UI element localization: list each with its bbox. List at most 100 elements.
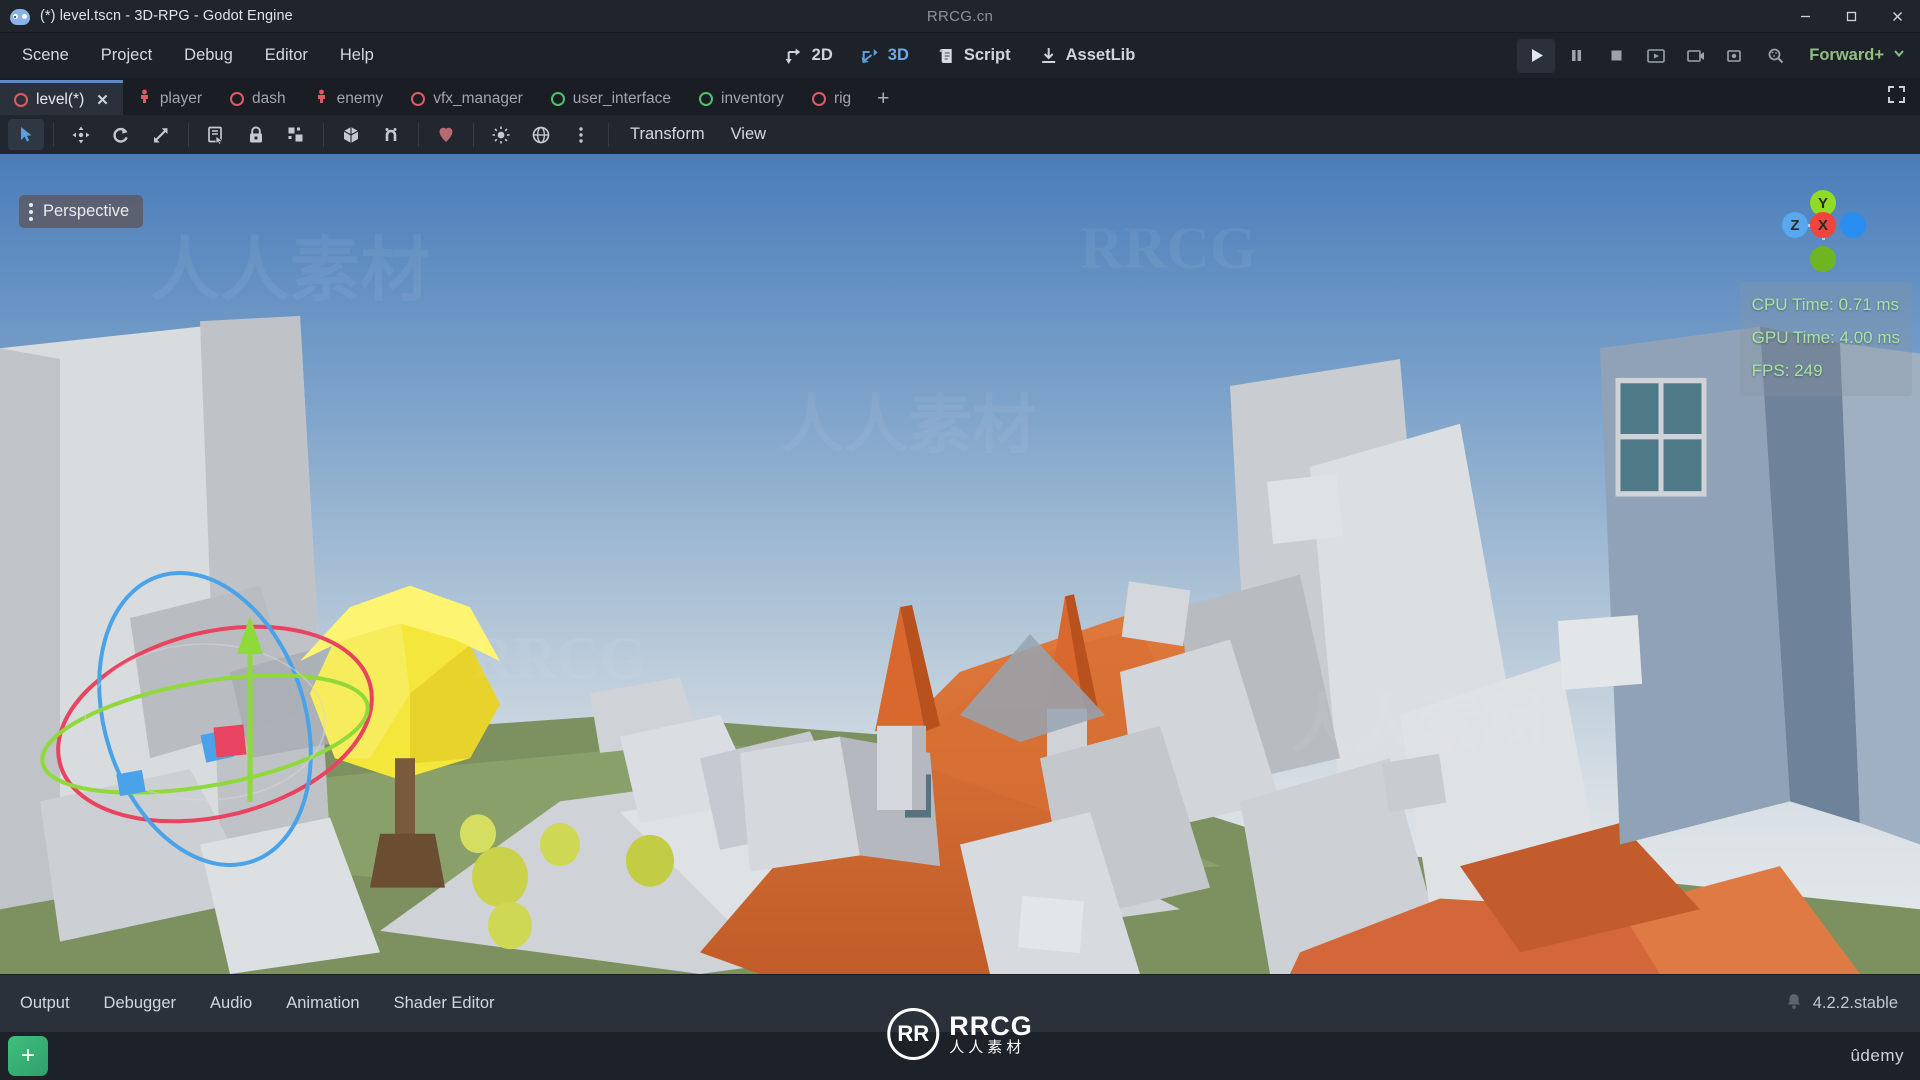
transform-gizmo[interactable]: [20, 554, 440, 894]
scene-tab-level[interactable]: level(*) ✕: [0, 80, 123, 115]
movie-maker-button[interactable]: [1677, 39, 1715, 73]
scene-tab-enemy[interactable]: enemy: [300, 83, 398, 115]
run-toolbar: [1517, 38, 1795, 73]
3d-viewport[interactable]: Perspective Y X Z CPU Time: 0.71 ms GPU …: [0, 154, 1920, 974]
menu-debug[interactable]: Debug: [170, 41, 247, 70]
scene-tab-rig[interactable]: rig: [798, 83, 865, 115]
2d-icon: [785, 46, 805, 66]
axis-dot-x[interactable]: X: [1810, 212, 1836, 238]
mode-label-2d: 2D: [811, 46, 833, 64]
udemy-watermark: ûdemy: [1850, 1046, 1904, 1065]
scene-tab-label: inventory: [721, 90, 784, 107]
play-project-button[interactable]: [1517, 38, 1556, 73]
cpu-time-stat: CPU Time: 0.71 ms: [1751, 295, 1900, 314]
toolbar-divider: [473, 122, 474, 147]
scene-tab-vfx-manager[interactable]: vfx_manager: [397, 83, 537, 115]
minimize-button[interactable]: [1782, 0, 1828, 33]
maximize-button[interactable]: [1828, 0, 1874, 33]
more-options-tool[interactable]: [563, 119, 599, 150]
scene-tab-bar: level(*) ✕ player dash enemy vfx_manager…: [0, 78, 1920, 115]
script-icon: [937, 46, 957, 66]
chevron-down-icon: [1892, 46, 1906, 65]
preview-sun-tool[interactable]: [483, 119, 519, 150]
mode-button-script[interactable]: Script: [925, 41, 1023, 71]
select-mode-tool[interactable]: [8, 119, 44, 150]
menu-scene[interactable]: Scene: [8, 41, 83, 70]
mode-button-assetlib[interactable]: AssetLib: [1027, 41, 1148, 71]
magnet-snap-tool[interactable]: [373, 119, 409, 150]
mode-button-3d[interactable]: 3D: [849, 41, 921, 71]
scene-tab-inventory[interactable]: inventory: [685, 83, 798, 115]
character-icon: [137, 89, 152, 109]
3d-icon: [861, 46, 881, 66]
scene-tab-close-icon[interactable]: ✕: [96, 91, 109, 109]
window-title: (*) level.tscn - 3D-RPG - Godot Engine: [40, 8, 293, 24]
bottom-dock-bar: Output Debugger Audio Animation Shader E…: [0, 974, 1920, 1060]
rotate-mode-tool[interactable]: [103, 119, 139, 150]
axis-orientation-gizmo[interactable]: Y X Z: [1776, 180, 1872, 276]
scene-tab-label: rig: [833, 90, 852, 107]
godot-version-label: 4.2.2.stable: [1812, 994, 1898, 1012]
watermark-text: RRCG.cn: [926, 7, 994, 25]
play-current-scene-button[interactable]: [1637, 39, 1675, 73]
notification-bell-icon[interactable]: [1785, 992, 1803, 1015]
editor-mode-switch: 2D 3D Script AssetLib: [773, 41, 1148, 71]
fps-stat: FPS: 249: [1751, 361, 1823, 381]
move-mode-tool[interactable]: [63, 119, 99, 150]
local-space-tool[interactable]: [333, 119, 369, 150]
axis-dot-neg-y[interactable]: [1810, 246, 1836, 272]
toolbar-divider: [608, 122, 609, 147]
dock-status-area: 4.2.2.stable: [1785, 992, 1898, 1015]
menu-help[interactable]: Help: [326, 41, 388, 70]
scene-tab-dash[interactable]: dash: [216, 83, 300, 115]
assetlib-download-icon: [1039, 46, 1059, 66]
scene-tab-player[interactable]: player: [123, 83, 216, 115]
mode-label-3d: 3D: [887, 46, 909, 64]
axis-dot-z[interactable]: Z: [1782, 212, 1808, 238]
toolbar-divider: [418, 122, 419, 147]
list-select-tool[interactable]: [198, 119, 234, 150]
perspective-menu-button[interactable]: Perspective: [19, 195, 144, 228]
add-app-icon[interactable]: +: [8, 1036, 48, 1076]
expand-viewport-icon[interactable]: [1887, 85, 1920, 115]
node3d-ring-icon: [811, 92, 826, 106]
node3d-ring-icon: [411, 92, 426, 106]
view-menu[interactable]: View: [719, 120, 778, 149]
toolbar-divider: [188, 122, 189, 147]
toolbar-divider: [323, 122, 324, 147]
control-ring-icon: [699, 92, 714, 106]
add-scene-tab-button[interactable]: +: [865, 87, 901, 115]
dock-tab-animation[interactable]: Animation: [272, 988, 373, 1019]
scene-tab-user-interface[interactable]: user_interface: [537, 83, 685, 115]
dock-tab-output[interactable]: Output: [6, 988, 84, 1019]
dock-tab-audio[interactable]: Audio: [196, 988, 266, 1019]
mode-button-2d[interactable]: 2D: [773, 41, 845, 71]
dock-tab-shader-editor[interactable]: Shader Editor: [380, 988, 509, 1019]
search-icon[interactable]: [1757, 39, 1795, 73]
axis-dot-neg-z[interactable]: [1840, 212, 1866, 238]
gizmo-visibility-tool[interactable]: [428, 119, 464, 150]
mode-label-assetlib: AssetLib: [1065, 46, 1136, 64]
remote-debug-button[interactable]: [1717, 39, 1755, 73]
renderer-selector[interactable]: Forward+: [1809, 46, 1906, 65]
dock-tab-debugger[interactable]: Debugger: [90, 988, 190, 1019]
title-bar: (*) level.tscn - 3D-RPG - Godot Engine R…: [0, 0, 1920, 33]
scale-mode-tool[interactable]: [143, 119, 179, 150]
scene-tab-label: enemy: [336, 90, 384, 107]
transform-menu[interactable]: Transform: [618, 120, 717, 149]
preview-environment-tool[interactable]: [523, 119, 559, 150]
lock-tool[interactable]: [238, 119, 274, 150]
menu-project[interactable]: Project: [87, 41, 166, 70]
godot-robot-icon: [10, 6, 30, 26]
stop-button[interactable]: [1597, 39, 1635, 73]
close-button[interactable]: [1874, 0, 1920, 33]
window-controls: [1782, 0, 1920, 32]
pause-button[interactable]: [1557, 39, 1595, 73]
main-menu-bar: Scene Project Debug Editor Help 2D 3D Sc…: [0, 33, 1920, 78]
mode-label-script: Script: [963, 46, 1011, 64]
group-nodes-tool[interactable]: [278, 119, 314, 150]
menu-editor[interactable]: Editor: [251, 41, 322, 70]
renderer-label: Forward+: [1809, 46, 1884, 64]
node3d-ring-icon: [230, 92, 245, 106]
os-taskbar: + ûdemy: [0, 1032, 1920, 1080]
